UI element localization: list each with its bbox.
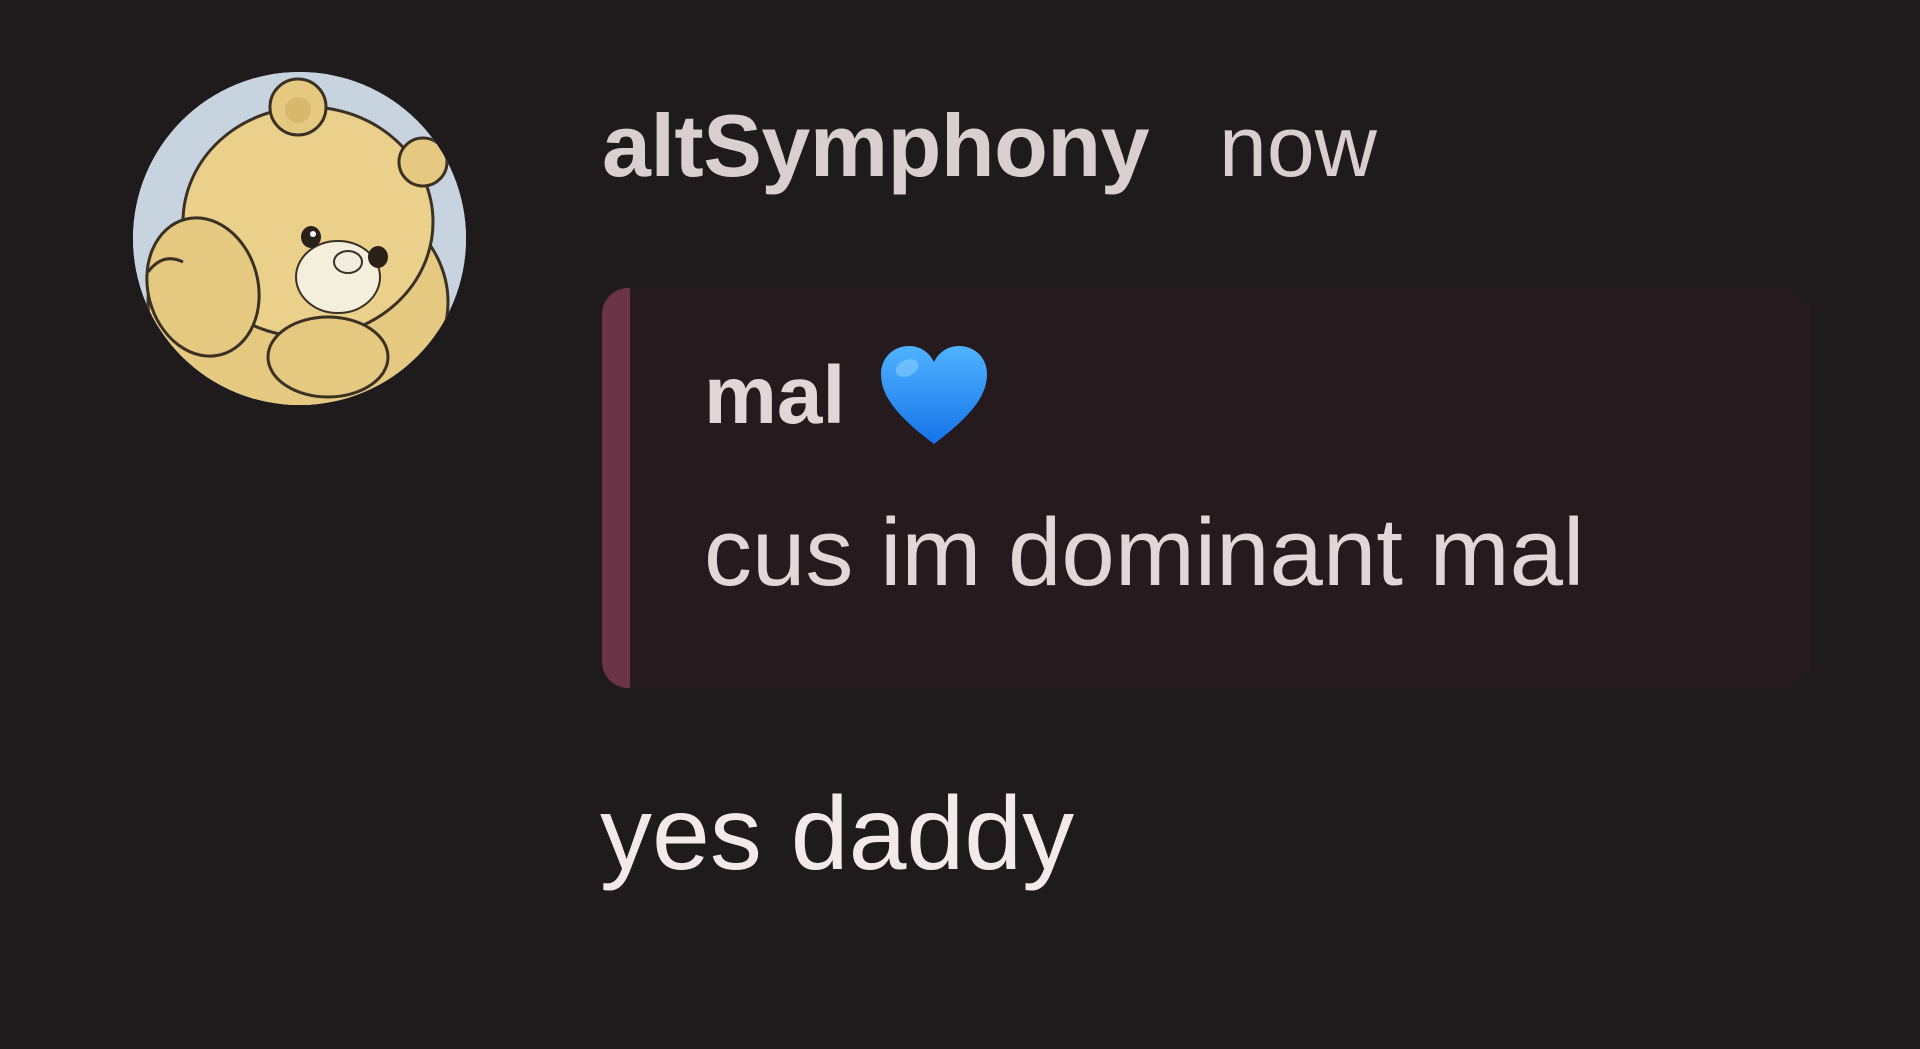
reply-author: mal	[704, 350, 846, 441]
teddy-bear-avatar-icon	[133, 72, 466, 405]
avatar[interactable]	[133, 72, 466, 405]
timestamp: now	[1219, 99, 1377, 195]
comment-container: altSymphony now mal cus im dominant mal …	[0, 0, 1920, 1049]
message-text: yes daddy	[600, 776, 1075, 892]
reply-preview[interactable]: mal cus im dominant mal	[602, 288, 1810, 688]
reply-accent-bar	[602, 288, 630, 688]
blue-heart-icon	[881, 346, 988, 444]
reply-author-row: mal	[704, 346, 991, 446]
comment-header: altSymphony now	[602, 95, 1377, 195]
username[interactable]: altSymphony	[602, 95, 1150, 197]
reply-text: cus im dominant mal	[704, 499, 1585, 606]
